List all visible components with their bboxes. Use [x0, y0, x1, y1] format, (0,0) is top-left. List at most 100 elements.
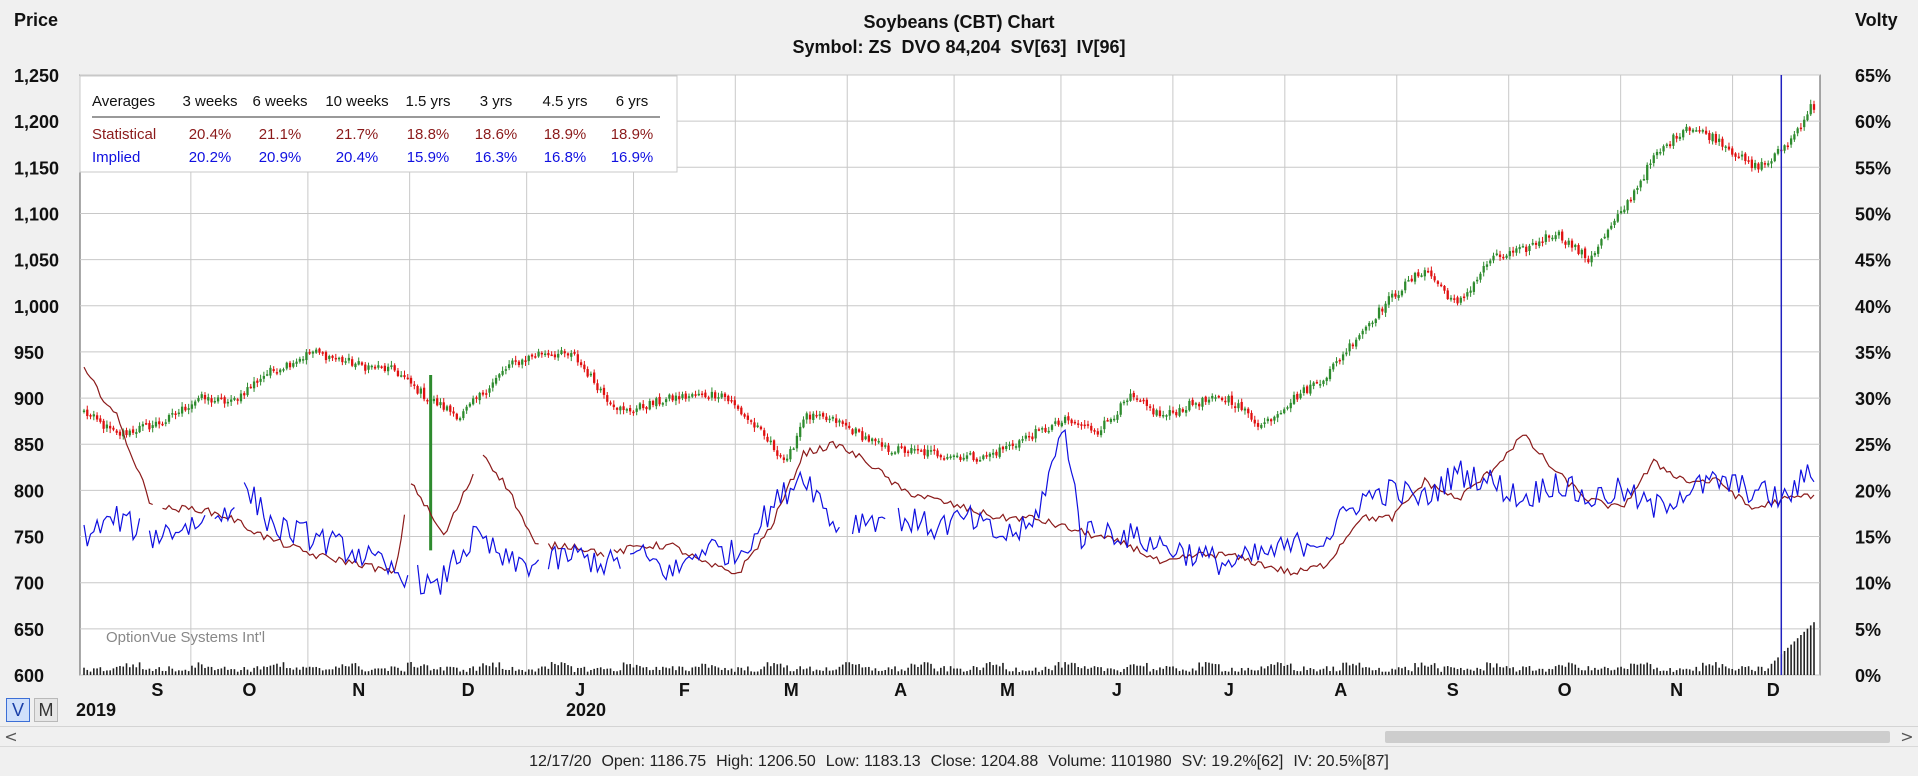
volume-bar — [1492, 667, 1495, 675]
volume-bar — [541, 666, 543, 675]
volume-bar — [119, 665, 121, 675]
month-label: F — [679, 680, 690, 700]
price-candle — [1276, 414, 1279, 418]
price-candle — [1600, 239, 1603, 246]
price-candle — [1731, 148, 1734, 155]
price-candle — [527, 355, 530, 362]
price-candle — [1629, 199, 1633, 202]
price-candle — [1525, 246, 1528, 253]
price-candle — [458, 418, 462, 421]
price-candle — [1567, 240, 1570, 245]
volume-bar — [1711, 665, 1714, 675]
volume-bar — [1397, 667, 1400, 675]
volume-bar — [1191, 668, 1194, 675]
price-candle — [1351, 344, 1355, 347]
volume-bar — [246, 669, 249, 675]
right-tick-label: 60% — [1855, 112, 1891, 132]
price-candle — [1338, 359, 1341, 362]
volume-bar — [1155, 670, 1158, 675]
price-candle — [1515, 248, 1518, 253]
volume-bar — [400, 670, 403, 675]
volume-bar — [809, 666, 811, 675]
volume-bar — [328, 669, 331, 675]
price-candle — [419, 388, 422, 394]
price-candle — [589, 373, 593, 376]
price-candle — [1603, 236, 1606, 239]
volume-bar — [1057, 662, 1060, 675]
price-candle — [197, 398, 200, 402]
price-candle — [285, 362, 288, 369]
volume-bar — [1005, 669, 1008, 675]
price-candle — [1299, 393, 1302, 399]
scroll-right-arrow-icon[interactable]: > — [1898, 728, 1916, 746]
volume-bar — [923, 662, 926, 675]
price-candle — [956, 455, 959, 458]
scroll-left-arrow-icon[interactable]: < — [2, 728, 20, 746]
price-candle — [750, 420, 753, 422]
price-candle — [880, 442, 884, 447]
left-tick-label: 800 — [14, 481, 44, 501]
volume-bar — [207, 666, 210, 675]
volume-bar — [616, 671, 618, 675]
price-candle — [534, 356, 537, 358]
volume-bar — [1754, 671, 1756, 675]
volume-bar — [308, 666, 311, 675]
price-candle — [1129, 393, 1132, 401]
volume-bar — [652, 669, 654, 675]
price-candle — [177, 412, 180, 415]
price-candle — [730, 400, 733, 402]
averages-implied-cell: 20.9% — [259, 149, 302, 166]
scroll-thumb[interactable] — [1385, 731, 1890, 743]
volume-bar — [1695, 666, 1698, 675]
volume-bar — [295, 667, 298, 675]
volume-bar — [1616, 667, 1619, 675]
view-v-button[interactable]: V — [6, 698, 30, 722]
price-candle — [1122, 401, 1126, 404]
volume-bar — [603, 669, 605, 675]
price-candle — [972, 452, 975, 461]
volume-bar — [1087, 668, 1089, 675]
price-candle — [593, 372, 596, 383]
price-candle — [1652, 155, 1655, 164]
price-candle — [1325, 377, 1328, 382]
price-candle — [406, 377, 409, 380]
status-bar: 12/17/20 Open: 1186.75 High: 1206.50 Low… — [0, 746, 1918, 776]
price-candle — [1809, 104, 1812, 115]
volume-bar — [1162, 668, 1165, 675]
volume-bar — [563, 663, 566, 675]
volume-bar — [1342, 662, 1344, 675]
price-candle — [570, 353, 573, 357]
horizontal-scrollbar[interactable]: < > — [0, 726, 1918, 747]
price-candle — [1786, 145, 1789, 148]
volume-bar — [197, 662, 200, 675]
volume-bar — [331, 669, 334, 675]
price-candle — [472, 398, 475, 405]
left-tick-label: 650 — [14, 620, 44, 640]
view-m-button[interactable]: M — [34, 698, 58, 722]
price-candle — [1057, 420, 1060, 425]
price-candle — [1204, 396, 1207, 402]
price-candle — [344, 361, 347, 363]
price-candle — [1119, 403, 1122, 415]
price-candle — [269, 367, 272, 376]
volume-bar — [900, 669, 903, 675]
price-candle — [1420, 275, 1423, 277]
right-tick-label: 25% — [1855, 435, 1891, 455]
month-label: S — [151, 680, 163, 700]
price-candle — [1332, 363, 1335, 370]
price-candle — [661, 403, 664, 405]
price-candle — [1753, 162, 1757, 169]
volume-bar — [1325, 666, 1328, 675]
price-candle — [396, 370, 400, 377]
price-candle — [942, 458, 946, 460]
volume-bar — [1374, 670, 1377, 675]
volume-bar — [1652, 669, 1655, 675]
price-candle — [118, 431, 122, 436]
price-candle — [1796, 128, 1799, 134]
price-candle — [1158, 410, 1162, 417]
volume-bar — [194, 667, 196, 675]
volume-bar — [335, 666, 337, 675]
price-candle — [174, 413, 177, 415]
price-candle — [488, 388, 491, 393]
volume-bar — [989, 662, 991, 675]
